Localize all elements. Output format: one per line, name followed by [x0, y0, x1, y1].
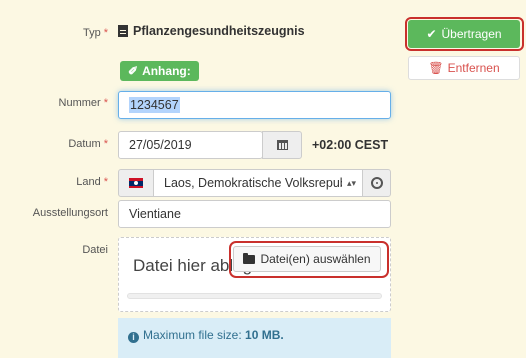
ausstellungsort-value: Vientiane: [129, 207, 181, 221]
document-type: Pflanzengesundheitszeugnis: [118, 24, 305, 38]
datum-label: Datum *: [68, 138, 108, 150]
land-select[interactable]: Laos, Demokratische Volksrepublik ▴▾: [153, 169, 363, 197]
typ-label-text: Typ: [82, 27, 101, 39]
datum-label-text: Datum: [68, 138, 101, 150]
timezone-label: +02:00 CEST: [312, 138, 389, 152]
calendar-button[interactable]: [262, 131, 302, 159]
attachment-badge: ✐ Anhang:: [120, 61, 199, 81]
required-marker: *: [103, 176, 108, 188]
choose-files-button-label: Datei(en) auswählen: [260, 252, 371, 266]
nummer-label-text: Nummer: [58, 97, 101, 109]
calendar-icon: [276, 140, 288, 150]
globe-button[interactable]: [362, 169, 391, 197]
upload-progress-bar: [127, 293, 382, 299]
datum-value: 27/05/2019: [129, 138, 192, 152]
document-icon: [118, 25, 128, 37]
remove-button[interactable]: 🗑 Entfernen: [408, 56, 520, 80]
ausstellungsort-label-text: Ausstellungsort: [32, 207, 108, 219]
attachment-badge-label: Anhang:: [142, 64, 191, 78]
paperclip-icon: ✐: [128, 64, 139, 78]
folder-open-icon: [243, 252, 256, 264]
flag-addon: [118, 169, 154, 197]
nummer-label: Nummer *: [59, 97, 108, 109]
ausstellungsort-input[interactable]: Vientiane: [118, 200, 391, 228]
datum-input[interactable]: 27/05/2019: [118, 131, 263, 159]
max-size-value: 10 MB.: [245, 328, 284, 342]
globe-icon: [370, 177, 383, 189]
required-marker: *: [103, 27, 108, 39]
choose-files-button[interactable]: Datei(en) auswählen: [233, 246, 381, 272]
checkmark-icon: ✔: [426, 27, 437, 41]
trash-icon: 🗑: [428, 61, 444, 75]
required-marker: *: [103, 97, 108, 109]
land-value: Laos, Demokratische Volksrepublik: [164, 176, 342, 190]
datei-label: Datei: [82, 244, 108, 256]
max-file-size-info: i Maximum file size: 10 MB.: [118, 318, 391, 358]
land-label: Land *: [76, 176, 108, 188]
remove-button-label: Entfernen: [447, 61, 500, 75]
transfer-button-label: Übertragen: [441, 27, 502, 41]
required-marker: *: [103, 138, 108, 150]
ausstellungsort-label: Ausstellungsort: [33, 207, 108, 219]
datei-label-text: Datei: [82, 244, 108, 256]
document-type-value: Pflanzengesundheitszeugnis: [133, 24, 305, 38]
info-icon: i: [128, 332, 139, 343]
select-arrows-icon: ▴▾: [346, 177, 356, 188]
max-size-prefix: Maximum file size:: [143, 328, 242, 342]
nummer-value: 1234567: [129, 97, 180, 113]
land-label-text: Land: [76, 176, 101, 188]
transfer-button[interactable]: ✔ Übertragen: [408, 20, 520, 48]
laos-flag-icon: [129, 178, 143, 188]
typ-label: Typ *: [83, 27, 108, 39]
nummer-input[interactable]: 1234567: [118, 91, 391, 119]
